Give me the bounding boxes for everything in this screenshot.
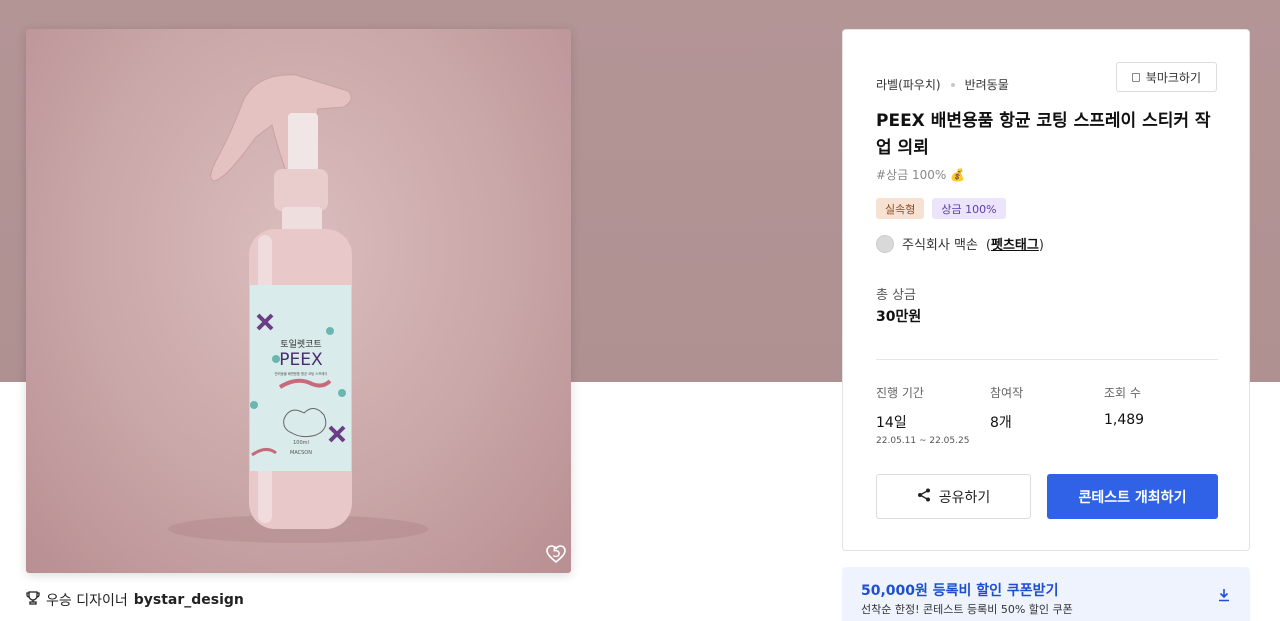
host-link[interactable]: 펫츠태그 [991, 238, 1039, 253]
coupon-title: 50,000원 등록비 할인 쿠폰받기 [861, 583, 1059, 599]
contest-title: PEEX 배변용품 항균 코팅 스프레이 스티커 작업 의뢰 [876, 111, 1211, 158]
bottle-brand-small: 토일렛코트 [280, 339, 321, 350]
stat-entries-value: 8개 [990, 415, 1012, 431]
breadcrumb: 라벨(파우치) 반려동물 [876, 76, 1009, 93]
share-button[interactable]: 공유하기 [876, 474, 1031, 519]
host-avatar [876, 234, 894, 253]
share-icon [917, 488, 931, 506]
bookmark-button[interactable]: 북마크하기 [1115, 62, 1217, 92]
winner-designer: 우승 디자이너 bystar_design [26, 590, 244, 610]
stat-views-label: 조회 수 [1104, 386, 1141, 400]
stat-views-value: 1,489 [1104, 412, 1145, 428]
bookmark-icon [1131, 72, 1140, 82]
bottle-volume: 100ml [293, 440, 309, 446]
stat-entries-label: 참여작 [990, 386, 1024, 400]
stat-duration-label: 진행 기간 [876, 386, 924, 400]
stat-views: 조회 수 1,489 [1104, 384, 1144, 428]
breadcrumb-category[interactable]: 라벨(파우치) [876, 76, 941, 93]
badge-practical: 실속형 [876, 198, 925, 219]
spray-bottle-illustration: 토일렛코트 PEEX 반려동물 배변용품 항균 코팅 스프레이 100ml MA… [168, 74, 428, 543]
bottle-maker: MACSON [290, 450, 312, 456]
like-counter[interactable]: 5 [546, 545, 566, 563]
contest-badges: 실속형 상금 100% [876, 198, 1006, 219]
divider [876, 359, 1218, 360]
contest-host: 주식회사 맥손 (펫츠태그) [876, 234, 1044, 253]
badge-prize: 상금 100% [932, 198, 1006, 219]
prize-label: 총 상금 [876, 288, 917, 303]
breadcrumb-subcategory[interactable]: 반려동물 [965, 76, 1009, 93]
bookmark-label: 북마크하기 [1145, 70, 1201, 85]
breadcrumb-separator [950, 82, 955, 87]
host-name: 주식회사 맥손 [902, 238, 978, 253]
bottle-label-line: 반려동물 배변용품 항균 코팅 스프레이 [275, 371, 328, 376]
host-contest-button[interactable]: 콘테스트 개최하기 [1047, 474, 1218, 519]
share-label: 공유하기 [938, 489, 991, 506]
winner-prefix: 우승 디자이너 [46, 593, 128, 609]
bottle-brand-large: PEEX [279, 350, 323, 370]
coupon-banner[interactable]: 50,000원 등록비 할인 쿠폰받기 선착순 한정! 콘테스트 등록비 50%… [842, 567, 1250, 621]
stat-duration-value: 14일 [876, 415, 907, 431]
stat-entries: 참여작 8개 [990, 384, 1023, 432]
stat-duration-range: 22.05.11 ~ 22.05.25 [876, 436, 970, 446]
contest-tagline: #상금 100% 💰 [876, 168, 966, 182]
product-image[interactable]: 토일렛코트 PEEX 반려동물 배변용품 항균 코팅 스프레이 100ml MA… [26, 29, 571, 573]
coupon-subtitle: 선착순 한정! 콘테스트 등록비 50% 할인 쿠폰 [861, 603, 1073, 616]
download-icon[interactable] [1218, 587, 1230, 606]
winner-designer-name[interactable]: bystar_design [134, 592, 244, 608]
trophy-icon [26, 591, 40, 609]
prize-value: 30만원 [876, 309, 922, 325]
contest-info-card: 라벨(파우치) 반려동물 북마크하기 PEEX 배변용품 항균 코팅 스프레이 … [842, 29, 1250, 551]
stat-duration: 진행 기간 14일 22.05.11 ~ 22.05.25 [876, 384, 969, 446]
